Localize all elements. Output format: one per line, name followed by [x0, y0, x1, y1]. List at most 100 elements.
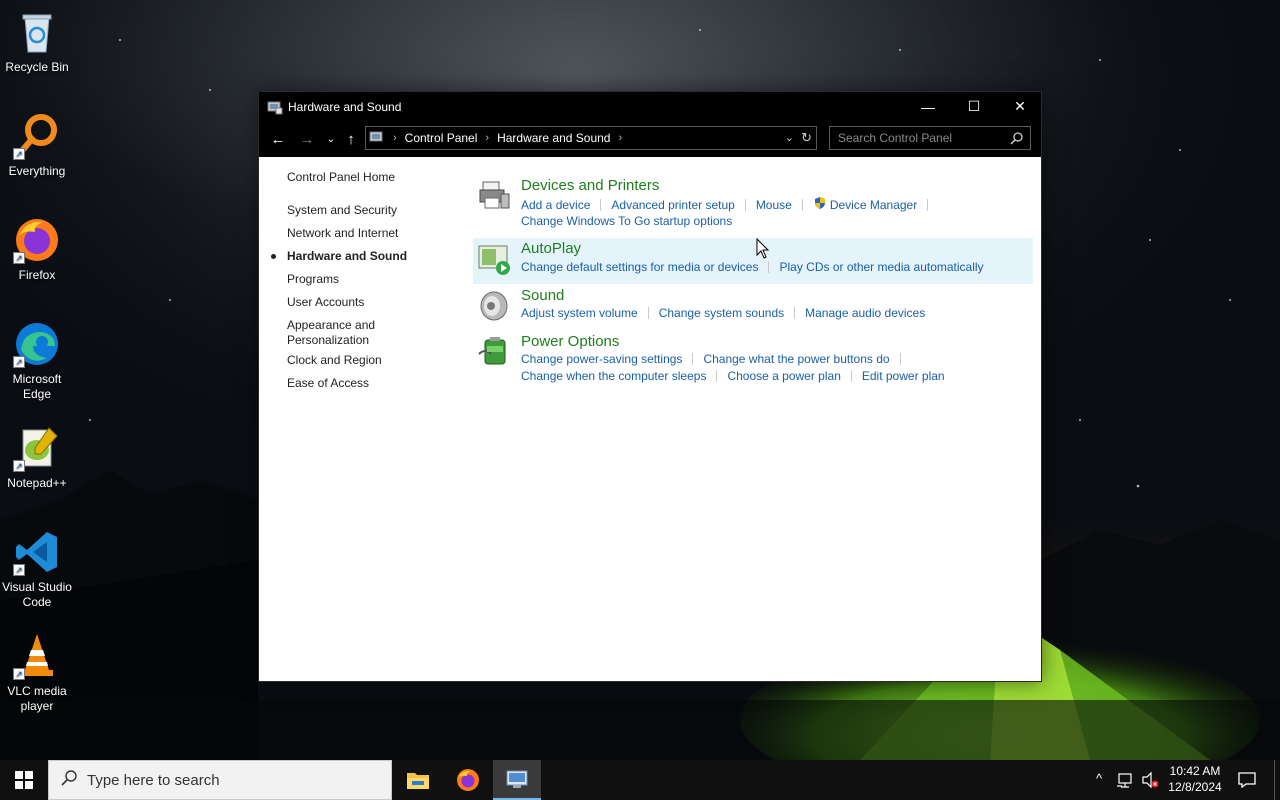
link-advanced-printer-setup[interactable]: Advanced printer setup	[611, 198, 744, 212]
firefox-icon: ↗	[13, 216, 61, 264]
desktop-icon-label: Visual Studio Code	[2, 580, 72, 609]
link-add-a-device[interactable]: Add a device	[521, 198, 600, 212]
back-arrow-icon[interactable]: ←	[267, 128, 289, 150]
link-choose-a-power-plan[interactable]: Choose a power plan	[727, 369, 850, 383]
nav-clock-and-region[interactable]: Clock and Region	[287, 353, 382, 368]
title-bar[interactable]: Hardware and Sound — ☐ ✕	[259, 92, 1041, 121]
link-change-system-sounds[interactable]: Change system sounds	[659, 306, 794, 320]
breadcrumb-control-panel[interactable]: Control Panel	[405, 131, 478, 145]
link-change-power-saving-settings[interactable]: Change power-saving settings	[521, 352, 692, 366]
nav-control-panel-home[interactable]: Control Panel Home	[287, 170, 395, 185]
forward-arrow-icon[interactable]: →	[296, 128, 318, 150]
control-panel-icon	[506, 770, 528, 788]
shortcut-arrow-icon: ↗	[13, 148, 25, 160]
nav-appearance-and-personalization[interactable]: Appearance and Personalization	[287, 318, 375, 348]
desktop-icon-everything[interactable]: ↗ Everything	[2, 112, 72, 179]
nav-system-and-security[interactable]: System and Security	[287, 203, 397, 218]
breadcrumb-separator-icon[interactable]: ›	[485, 132, 489, 144]
taskbar-clock[interactable]: 10:42 AM 12/8/2024	[1165, 763, 1225, 795]
maximize-button[interactable]: ☐	[951, 92, 997, 121]
desktop-icon-vlc[interactable]: ↗ VLC media player	[2, 632, 72, 714]
taskbar-firefox[interactable]	[444, 760, 492, 800]
up-arrow-icon[interactable]: ↑	[340, 128, 362, 150]
taskbar: Type here to search ^ 10:42 AM 12/8/2024	[0, 760, 1280, 800]
link-change-when-the-computer-sleeps[interactable]: Change when the computer sleeps	[521, 369, 716, 383]
control-panel-icon	[267, 99, 283, 115]
taskbar-search-placeholder: Type here to search	[87, 771, 220, 789]
link-divider	[716, 370, 718, 382]
volume-muted-icon[interactable]	[1141, 771, 1159, 792]
link-mouse[interactable]: Mouse	[756, 198, 802, 212]
notification-center-icon[interactable]	[1238, 771, 1256, 792]
link-divider	[794, 307, 796, 319]
link-change-default-settings-for-media-or-devices[interactable]: Change default settings for media or dev…	[521, 260, 768, 274]
printer-icon	[477, 178, 511, 212]
category-links-row: Change power-saving settings Change what…	[521, 352, 911, 366]
network-icon[interactable]	[1117, 771, 1135, 792]
category-title[interactable]: Power Options	[521, 333, 619, 350]
show-hidden-icons-chevron-icon[interactable]: ^	[1096, 771, 1102, 786]
refresh-icon[interactable]: ↻	[801, 130, 812, 146]
link-divider	[899, 353, 901, 365]
autoplay-icon	[477, 242, 511, 276]
nav-network-and-internet[interactable]: Network and Internet	[287, 226, 398, 241]
start-button[interactable]	[0, 760, 48, 800]
category-title[interactable]: Devices and Printers	[521, 177, 659, 194]
breadcrumb-hardware-and-sound[interactable]: Hardware and Sound	[497, 131, 610, 145]
link-device-manager[interactable]: Device Manager	[830, 198, 927, 212]
link-change-windows-to-go-startup-options[interactable]: Change Windows To Go startup options	[521, 214, 742, 228]
firefox-icon	[457, 769, 479, 791]
nav-ease-of-access[interactable]: Ease of Access	[287, 376, 369, 391]
desktop-icon-recycle-bin[interactable]: Recycle Bin	[2, 8, 72, 75]
category-power-options: Power Options Change power-saving settin…	[473, 330, 1033, 392]
desktop-icon-microsoft-edge[interactable]: ↗ Microsoft Edge	[2, 320, 72, 402]
desktop-icon-visual-studio-code[interactable]: ↗ Visual Studio Code	[2, 528, 72, 610]
link-divider	[600, 198, 602, 211]
link-divider	[647, 307, 649, 319]
shortcut-arrow-icon: ↗	[13, 252, 25, 264]
link-adjust-system-volume[interactable]: Adjust system volume	[521, 306, 648, 320]
nav-label: Hardware and Sound	[287, 249, 408, 263]
link-divider	[927, 198, 929, 211]
category-title[interactable]: AutoPlay	[521, 240, 581, 257]
control-panel-icon	[369, 129, 385, 148]
active-bullet-icon	[271, 254, 276, 259]
nav-programs[interactable]: Programs	[287, 272, 339, 287]
desktop-icon-label: Notepad++	[7, 476, 67, 490]
breadcrumb-separator-icon[interactable]: ›	[618, 132, 622, 144]
desktop-icon-notepad-plus-plus[interactable]: ↗ Notepad++	[2, 424, 72, 491]
link-divider	[801, 198, 803, 211]
address-dropdown-chevron-icon[interactable]: ⌄	[785, 131, 794, 144]
link-divider	[744, 198, 746, 211]
search-placeholder: Search Control Panel	[838, 131, 953, 145]
shortcut-arrow-icon: ↗	[13, 460, 25, 472]
taskbar-control-panel[interactable]	[493, 760, 541, 800]
show-desktop-button[interactable]	[1274, 760, 1275, 800]
category-devices-and-printers: Devices and Printers Add a device Advanc…	[473, 174, 1033, 236]
category-title[interactable]: Sound	[521, 287, 564, 304]
recent-locations-chevron-icon[interactable]: ⌄	[320, 128, 342, 150]
clock-date: 12/8/2024	[1168, 780, 1222, 794]
nav-user-accounts[interactable]: User Accounts	[287, 295, 364, 310]
edge-icon: ↗	[13, 320, 61, 368]
link-change-what-the-power-buttons-do[interactable]: Change what the power buttons do	[703, 352, 899, 366]
link-manage-audio-devices[interactable]: Manage audio devices	[805, 306, 935, 320]
shortcut-arrow-icon: ↗	[13, 356, 25, 368]
taskbar-file-explorer[interactable]	[394, 760, 442, 800]
link-edit-power-plan[interactable]: Edit power plan	[862, 369, 955, 383]
desktop-icon-firefox[interactable]: ↗ Firefox	[2, 216, 72, 283]
search-input[interactable]: Search Control Panel	[829, 126, 1031, 150]
search-icon[interactable]	[1010, 131, 1024, 148]
window-title: Hardware and Sound	[288, 99, 402, 114]
taskbar-search-box[interactable]: Type here to search	[48, 760, 392, 800]
category-sound: Sound Adjust system volume Change system…	[473, 284, 1033, 330]
link-play-cds-or-other-media-automatically[interactable]: Play CDs or other media automatically	[779, 260, 993, 274]
everything-icon: ↗	[13, 112, 61, 160]
battery-icon	[477, 334, 511, 368]
breadcrumb[interactable]: › Control Panel › Hardware and Sound › ⌄…	[365, 126, 817, 150]
minimize-button[interactable]: —	[905, 92, 951, 121]
desktop-icon-label: Microsoft Edge	[12, 372, 62, 401]
nav-hardware-and-sound[interactable]: Hardware and Sound	[271, 249, 408, 264]
close-button[interactable]: ✕	[997, 92, 1043, 121]
mouse-cursor-icon	[756, 237, 770, 263]
